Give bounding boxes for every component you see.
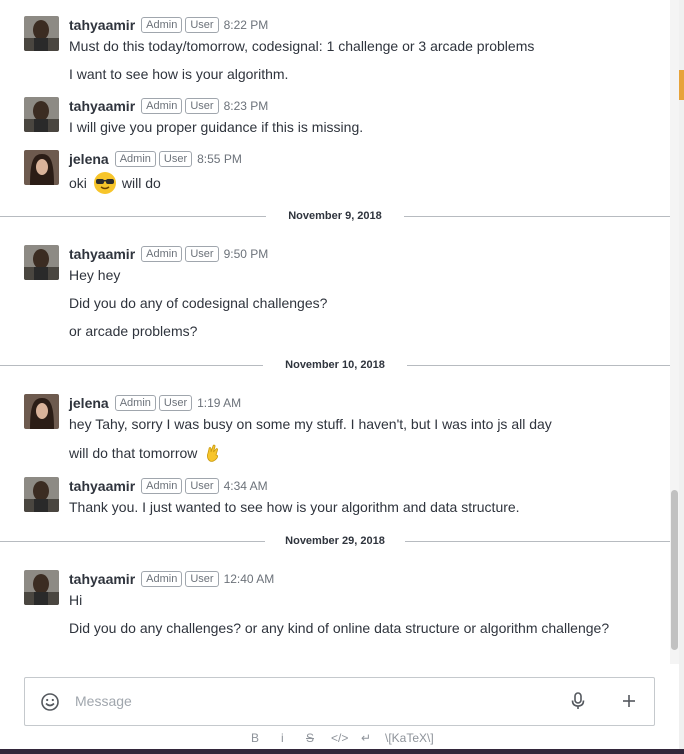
message-text: Must do this today/tomorrow, codesignal:…: [69, 38, 535, 54]
plus-icon[interactable]: [619, 691, 639, 711]
date-divider: November 9, 2018: [0, 209, 670, 223]
role-badge: Admin: [141, 246, 183, 262]
strike-button[interactable]: S: [306, 731, 314, 745]
username[interactable]: tahyaamir: [69, 246, 135, 262]
message-text: I want to see how is your algorithm.: [69, 66, 289, 82]
smiley-icon[interactable]: [40, 692, 60, 712]
multiline-button[interactable]: ↵: [361, 731, 371, 745]
avatar[interactable]: [24, 245, 59, 280]
timestamp[interactable]: 9:50 PM: [224, 247, 269, 261]
message-text: Hey hey: [69, 267, 121, 283]
avatar[interactable]: [24, 150, 59, 185]
avatar[interactable]: [24, 97, 59, 132]
avatar[interactable]: [24, 570, 59, 605]
avatar[interactable]: [24, 394, 59, 429]
username[interactable]: tahyaamir: [69, 478, 135, 494]
role-badge: Admin: [141, 478, 183, 494]
message-text: Thank you. I just wanted to see how is y…: [69, 499, 520, 515]
bold-button[interactable]: B: [251, 731, 259, 745]
window-bottom-bar: [0, 749, 684, 754]
date-divider-label: November 9, 2018: [288, 210, 382, 222]
crossed-fingers-emoji-icon: [207, 444, 219, 462]
message-composer[interactable]: Message: [24, 677, 655, 726]
role-badge: Admin: [141, 17, 183, 33]
message-list[interactable]: tahyaamir Admin User 8:22 PM Must do thi…: [0, 0, 670, 664]
message-text: Did you do any of codesignal challenges?: [69, 295, 328, 311]
microphone-icon[interactable]: [568, 691, 588, 711]
username[interactable]: jelena: [69, 395, 109, 411]
message-text: Hi: [69, 592, 83, 608]
role-badge: User: [185, 17, 219, 33]
username[interactable]: tahyaamir: [69, 98, 135, 114]
role-badge: User: [185, 246, 219, 262]
message-text-part: will do that tomorrow: [69, 445, 198, 461]
role-badge: User: [158, 395, 193, 411]
code-button[interactable]: </>: [331, 731, 348, 745]
role-badge: User: [185, 98, 219, 114]
message-input[interactable]: Message: [75, 692, 132, 710]
message-text: or arcade problems?: [69, 323, 198, 339]
message-text: oki will do: [69, 171, 161, 195]
role-badge: User: [158, 151, 193, 167]
avatar[interactable]: [24, 477, 59, 512]
role-badge: User: [185, 571, 219, 587]
date-divider: November 29, 2018: [0, 534, 670, 548]
role-badge: Admin: [141, 98, 183, 114]
message-text: hey Tahy, sorry I was busy on some my st…: [69, 416, 552, 432]
date-divider: November 10, 2018: [0, 358, 670, 372]
emoji-partial-icon: [214, 0, 230, 2]
timestamp[interactable]: 8:23 PM: [224, 99, 269, 113]
date-divider-label: November 10, 2018: [285, 359, 385, 371]
timestamp[interactable]: 12:40 AM: [224, 572, 275, 586]
username[interactable]: jelena: [69, 151, 109, 167]
timestamp[interactable]: 8:22 PM: [224, 18, 269, 32]
date-divider-label: November 29, 2018: [285, 535, 385, 547]
formatting-toolbar: B i S </> ↵ \[KaTeX\]: [0, 730, 684, 746]
italic-button[interactable]: i: [281, 731, 284, 745]
timestamp[interactable]: 8:55 PM: [197, 152, 242, 166]
side-panel-edge: [679, 0, 684, 754]
message-text: will do that tomorrow: [69, 443, 223, 463]
timestamp[interactable]: 1:19 AM: [197, 396, 241, 410]
message-text-part: oki: [69, 175, 87, 191]
role-badge: Admin: [114, 151, 156, 167]
avatar[interactable]: [24, 16, 59, 51]
username[interactable]: tahyaamir: [69, 571, 135, 587]
sunglasses-emoji-icon: [93, 172, 116, 194]
scrollbar[interactable]: [670, 0, 679, 664]
message-text: Did you do any challenges? or any kind o…: [69, 620, 610, 636]
scrollbar-thumb[interactable]: [671, 490, 678, 650]
username[interactable]: tahyaamir: [69, 17, 135, 33]
message-text-part: will do: [121, 175, 161, 191]
role-badge: User: [185, 478, 219, 494]
role-badge: Admin: [114, 395, 156, 411]
katex-button[interactable]: \[KaTeX\]: [385, 731, 434, 745]
timestamp[interactable]: 4:34 AM: [224, 479, 268, 493]
role-badge: Admin: [141, 571, 183, 587]
message-text: I will give you proper guidance if this …: [69, 119, 364, 135]
